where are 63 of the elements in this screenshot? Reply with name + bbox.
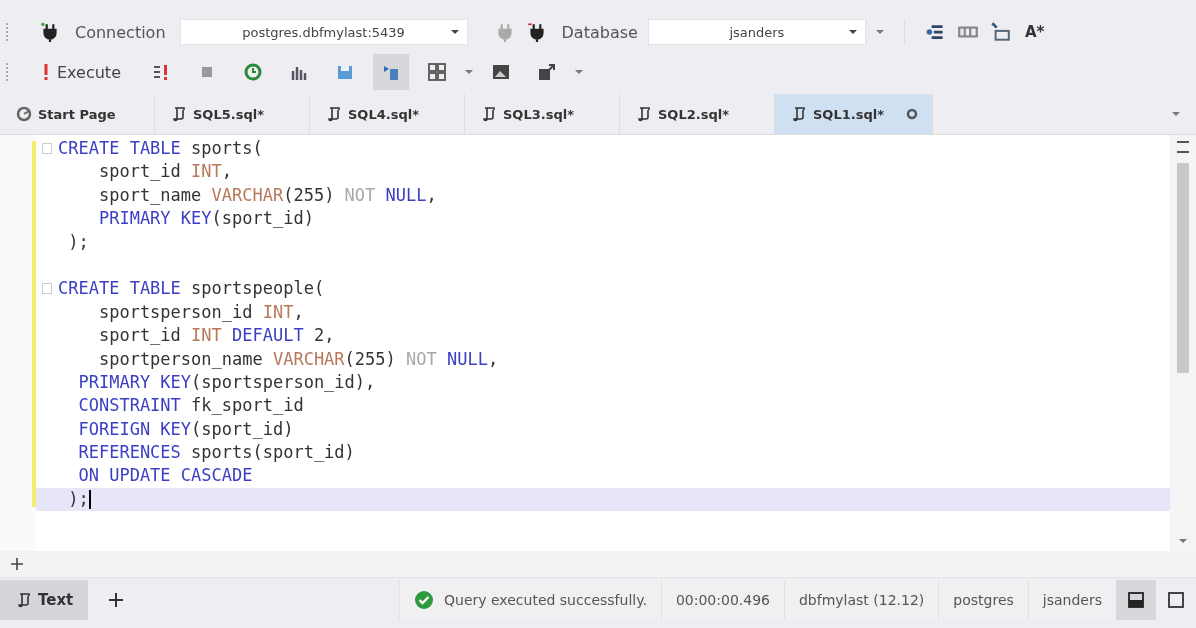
code-line: sport_name VARCHAR(255) NOT NULL,	[97, 184, 437, 205]
tab-label: SQL1.sql*	[813, 106, 884, 122]
editor-tab[interactable]: SQL5.sql*	[155, 94, 310, 134]
code-line: REFERENCES sports(sport_id)	[77, 442, 355, 463]
font-size-button[interactable]: A*	[1020, 23, 1049, 41]
code-line: sportperson_name VARCHAR(255) NOT NULL,	[97, 348, 499, 369]
success-icon	[414, 590, 434, 610]
editor-tab[interactable]: SQL4.sql*	[310, 94, 465, 134]
clock-icon	[16, 106, 32, 122]
tab-label: SQL3.sql*	[503, 106, 574, 122]
status-message: Query executed successfully.	[444, 592, 647, 608]
caret-icon[interactable]	[465, 70, 473, 74]
connection-dropdown[interactable]: postgres.dbfmylast:5439	[179, 19, 468, 45]
caret-icon[interactable]	[575, 70, 583, 74]
split-icon[interactable]	[1177, 141, 1189, 153]
exclamation-icon	[43, 63, 49, 81]
close-icon[interactable]	[906, 108, 918, 120]
caret-icon[interactable]	[875, 30, 884, 34]
database-label: Database	[561, 22, 638, 42]
script-icon	[171, 106, 187, 122]
image-icon	[491, 62, 511, 82]
script-icon	[791, 106, 807, 122]
panel-icon	[1127, 591, 1145, 609]
square-icon	[1167, 591, 1185, 609]
text-view-tab[interactable]: Text	[0, 580, 88, 620]
code-line: PRIMARY KEY(sport_id)	[97, 208, 314, 229]
tab-label: SQL5.sql*	[193, 106, 264, 122]
code-line: CREATE TABLE sports(	[58, 138, 263, 158]
code-line: sport_id INT,	[97, 161, 233, 182]
tab-label: Text	[38, 591, 74, 609]
script-icon	[481, 106, 497, 122]
execute-button[interactable]: Execute	[39, 62, 125, 82]
tab-label: SQL4.sql*	[348, 106, 419, 122]
code-line: );	[67, 488, 91, 509]
code-line: PRIMARY KEY(sportsperson_id),	[77, 371, 376, 392]
connection-label: Connection	[75, 22, 166, 42]
panel-toggle-button[interactable]	[1116, 580, 1156, 620]
tab-label: Start Page	[38, 106, 116, 122]
tab-list-caret-icon[interactable]	[1172, 112, 1180, 116]
script-icon	[326, 106, 342, 122]
add-icon[interactable]	[108, 592, 124, 608]
export-icon	[537, 62, 557, 82]
code-line: ON UPDATE CASCADE	[77, 465, 253, 486]
editor-tab[interactable]: SQL1.sql*	[775, 94, 933, 134]
code-line: sport_id INT DEFAULT 2,	[97, 325, 335, 346]
split-icon[interactable]	[10, 557, 24, 571]
fold-marker-icon[interactable]	[42, 283, 52, 295]
code-line: CREATE TABLE sportspeople(	[58, 278, 325, 299]
editor-tab[interactable]: Start Page	[0, 94, 155, 134]
grid-icon	[427, 62, 447, 82]
clock-icon	[243, 62, 263, 82]
code-line: );	[67, 231, 89, 252]
scroll-down-icon[interactable]	[1179, 539, 1187, 543]
tab-label: SQL2.sql*	[658, 106, 729, 122]
code-line: sportsperson_id INT,	[97, 301, 304, 322]
database-dropdown[interactable]: jsanders	[647, 19, 866, 45]
script-icon	[16, 592, 32, 608]
code-line: FOREIGN KEY(sport_id)	[77, 418, 294, 439]
script-icon	[636, 106, 652, 122]
fold-marker-icon[interactable]	[42, 143, 52, 154]
editor-tab[interactable]: SQL3.sql*	[465, 94, 620, 134]
code-line: CONSTRAINT fk_sport_id	[77, 395, 304, 416]
scrollbar-thumb[interactable]	[1177, 163, 1189, 373]
